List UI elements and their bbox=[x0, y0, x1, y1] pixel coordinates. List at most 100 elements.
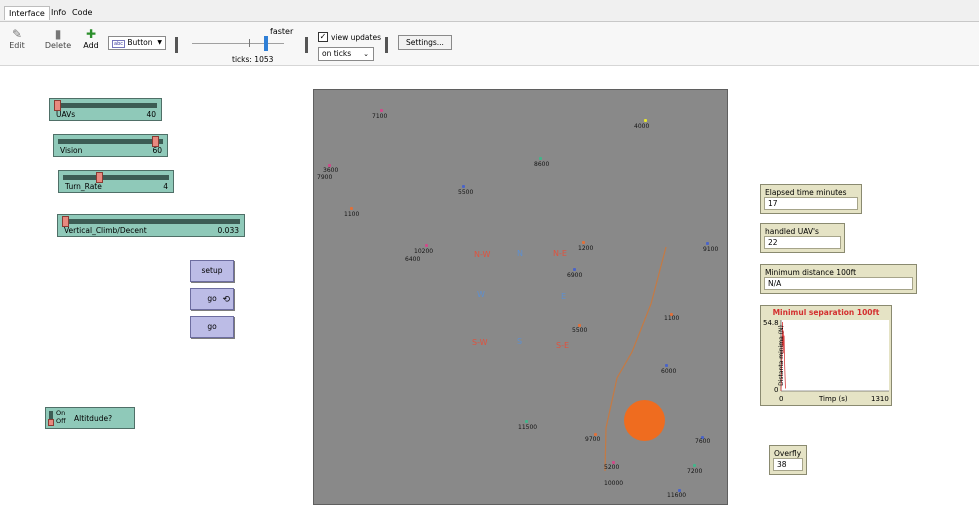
speed-slider-track[interactable] bbox=[192, 43, 284, 44]
add-label: Add bbox=[83, 41, 99, 50]
update-mode-value: on ticks bbox=[322, 49, 352, 58]
monitor-label: Elapsed time minutes bbox=[765, 188, 847, 197]
view-updates-checkbox[interactable]: ✓ bbox=[318, 32, 328, 42]
airport-hub bbox=[624, 400, 665, 441]
uav-altitude: 9100 bbox=[703, 246, 719, 253]
plot-area bbox=[781, 320, 889, 391]
chevron-down-icon: ⌄ bbox=[363, 50, 369, 58]
uav-altitude: 6400 bbox=[405, 256, 421, 263]
slider-value: 4 bbox=[163, 182, 168, 191]
turn-rate-slider[interactable]: Turn_Rate 4 bbox=[58, 170, 174, 193]
compass-w: W bbox=[477, 290, 485, 299]
uav-altitude: 6900 bbox=[567, 272, 583, 279]
toolbar-separator bbox=[385, 37, 388, 53]
add-button[interactable]: ✚ Add bbox=[80, 27, 102, 51]
monitor-value: 22 bbox=[764, 236, 841, 249]
toolbar-separator bbox=[305, 37, 308, 53]
altitude-switch[interactable]: On Off Altitdude? bbox=[45, 407, 135, 429]
plot-y-min: 0 bbox=[774, 386, 779, 394]
uav-altitude: 7600 bbox=[695, 438, 711, 445]
plot-x-label: Timp (s) bbox=[819, 395, 848, 403]
separation-plot: Minimul separation 100ft 54.8 0 0 1310 T… bbox=[760, 305, 892, 406]
slider-track bbox=[62, 219, 240, 224]
monitor-value: N/A bbox=[764, 277, 913, 290]
uavs-slider[interactable]: UAVs 40 bbox=[49, 98, 162, 121]
pencil-icon: ✎ bbox=[11, 27, 23, 41]
uav-marker bbox=[665, 364, 668, 367]
compass-se: S-E bbox=[556, 341, 570, 350]
uav-altitude: 11500 bbox=[518, 424, 538, 431]
tab-info[interactable]: Info bbox=[47, 6, 70, 20]
uav-altitude: 3600 bbox=[323, 167, 339, 174]
speed-slider-knob[interactable] bbox=[263, 36, 268, 51]
uav-marker bbox=[350, 207, 353, 210]
slider-label: Turn_Rate bbox=[65, 182, 102, 191]
slider-label: Vertical_Climb/Decent bbox=[64, 226, 147, 235]
uav-altitude: 4000 bbox=[634, 123, 650, 130]
view-updates-label: view updates bbox=[331, 33, 381, 42]
tab-interface[interactable]: Interface bbox=[4, 6, 50, 20]
go-once-button[interactable]: go bbox=[190, 316, 234, 338]
compass-nw: N-W bbox=[474, 250, 491, 259]
uav-marker bbox=[644, 119, 647, 122]
uav-altitude: 10200 bbox=[414, 248, 434, 255]
settings-button[interactable]: Settings... bbox=[398, 35, 452, 50]
slider-track bbox=[54, 103, 157, 108]
go-forever-label: go bbox=[207, 294, 217, 303]
uav-altitude: 10000 bbox=[604, 480, 624, 487]
setup-button[interactable]: setup bbox=[190, 260, 234, 282]
uav-trail bbox=[604, 246, 667, 472]
uav-altitude: 7100 bbox=[372, 113, 388, 120]
uav-altitude: 7200 bbox=[687, 468, 703, 475]
edit-button[interactable]: ✎ Edit bbox=[5, 27, 29, 51]
checkmark-icon: ✓ bbox=[319, 32, 327, 41]
uav-altitude: 11600 bbox=[667, 492, 687, 499]
widget-type-value: Button bbox=[127, 38, 153, 47]
overfly-monitor: Overfly 38 bbox=[769, 445, 807, 475]
switch-knob[interactable] bbox=[48, 419, 54, 426]
world-view[interactable]: N-W N N-E W E S-W S S-E 7100 4000 8600 3… bbox=[313, 89, 728, 505]
tab-code[interactable]: Code bbox=[68, 6, 96, 20]
uav-altitude: 7900 bbox=[317, 174, 333, 181]
toolbar: ✎ Edit ▮ Delete ✚ Add abc Button ▼ faste… bbox=[0, 22, 979, 66]
switch-off-label: Off bbox=[56, 417, 66, 425]
update-mode-select[interactable]: on ticks ⌄ bbox=[318, 47, 374, 61]
vision-slider[interactable]: Vision 60 bbox=[53, 134, 168, 157]
compass-ne: N-E bbox=[553, 249, 567, 258]
uav-marker bbox=[693, 464, 696, 467]
switch-on-label: On bbox=[56, 409, 66, 417]
elapsed-time-monitor: Elapsed time minutes 17 bbox=[760, 184, 862, 214]
minimum-distance-monitor: Minimum distance 100ft N/A bbox=[760, 264, 917, 294]
uav-altitude: 5500 bbox=[458, 189, 474, 196]
go-forever-button[interactable]: go ⟲ bbox=[190, 288, 234, 310]
uav-altitude: 8600 bbox=[534, 161, 550, 168]
widget-type-select[interactable]: abc Button ▼ bbox=[108, 36, 166, 50]
edit-label: Edit bbox=[9, 41, 25, 50]
button-widget-icon: abc bbox=[112, 40, 125, 48]
toolbar-separator bbox=[175, 37, 178, 53]
uav-altitude: 5500 bbox=[572, 327, 588, 334]
speed-label: faster bbox=[270, 27, 294, 36]
slider-value: 60 bbox=[152, 146, 162, 155]
monitor-value: 38 bbox=[773, 458, 803, 471]
uav-marker bbox=[525, 420, 528, 423]
handled-uavs-monitor: handled UAV's 22 bbox=[760, 223, 845, 253]
uav-marker bbox=[706, 242, 709, 245]
uav-altitude: 9700 bbox=[585, 436, 601, 443]
speed-slider-tick bbox=[249, 39, 250, 47]
plus-icon: ✚ bbox=[85, 27, 97, 41]
chevron-down-icon: ▼ bbox=[157, 39, 162, 46]
tab-bar: Interface Info Code bbox=[0, 0, 979, 22]
plot-x-max: 1310 bbox=[871, 395, 889, 403]
uav-marker bbox=[582, 241, 585, 244]
vertical-climb-slider[interactable]: Vertical_Climb/Decent 0.033 bbox=[57, 214, 245, 237]
monitor-label: Overfly bbox=[774, 449, 802, 458]
uav-marker bbox=[380, 109, 383, 112]
forever-icon: ⟲ bbox=[222, 295, 230, 305]
delete-button[interactable]: ▮ Delete bbox=[44, 27, 72, 51]
switch-label: Altitdude? bbox=[74, 414, 113, 423]
uav-marker bbox=[539, 157, 542, 160]
slider-label: Vision bbox=[60, 146, 83, 155]
plot-y-label: Distanta minima (N) bbox=[777, 325, 785, 386]
trash-icon: ▮ bbox=[54, 27, 62, 41]
